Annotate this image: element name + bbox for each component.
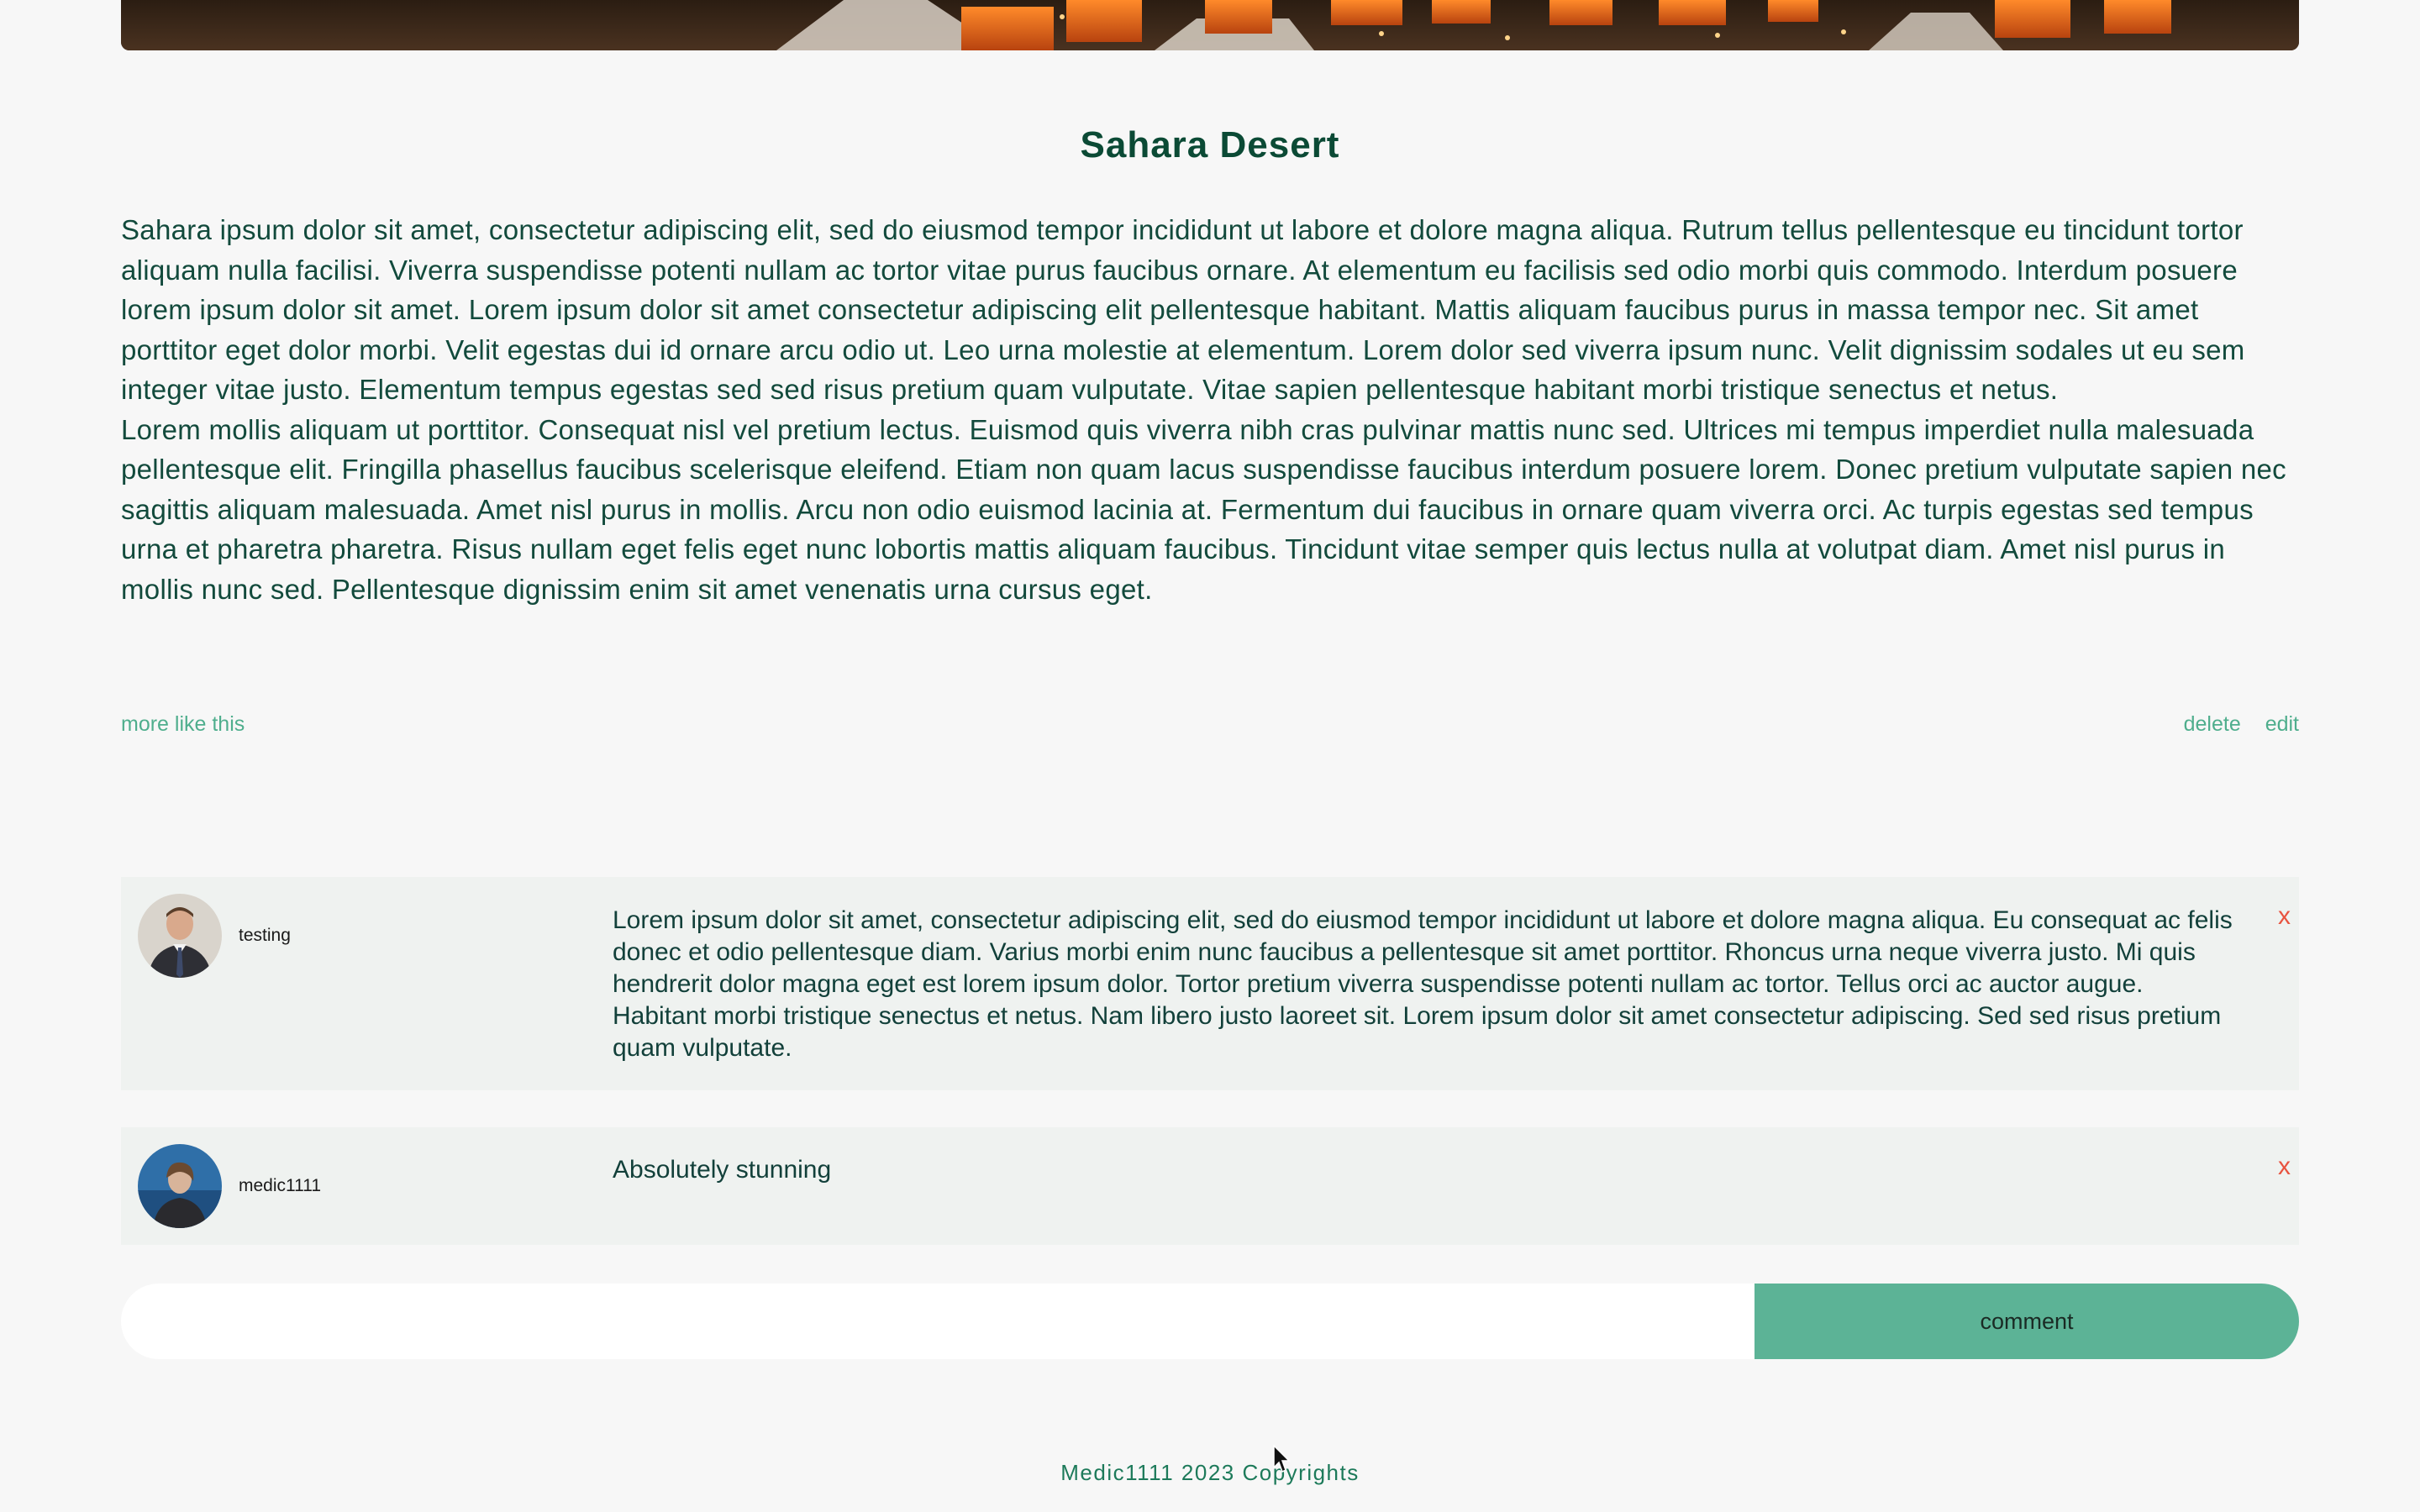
mouse-cursor-icon xyxy=(1273,1444,1292,1478)
delete-comment-button[interactable]: x xyxy=(2278,1152,2291,1181)
comment-username: testing xyxy=(239,926,291,945)
hero-image xyxy=(121,0,2299,50)
comment-item: medic1111 Absolutely stunning x xyxy=(121,1127,2299,1245)
post-body: Sahara ipsum dolor sit amet, consectetur… xyxy=(121,210,2299,609)
comment-form: comment xyxy=(121,1284,2299,1359)
comment-username: medic1111 xyxy=(239,1176,322,1195)
more-like-this-link[interactable]: more like this xyxy=(121,712,245,737)
comment-text: Lorem ipsum dolor sit amet, consectetur … xyxy=(613,906,2233,1062)
avatar xyxy=(138,894,222,978)
delete-comment-button[interactable]: x xyxy=(2278,902,2291,931)
delete-post-link[interactable]: delete xyxy=(2184,712,2241,736)
footer-copyright: Medic1111 2023 Copyrights xyxy=(1060,1460,1360,1485)
comment-text: Absolutely stunning xyxy=(613,1156,832,1184)
post-actions: delete edit xyxy=(2165,712,2299,737)
comment-input[interactable] xyxy=(121,1284,1754,1359)
post-title: Sahara Desert xyxy=(1080,124,1340,165)
post-paragraph: Sahara ipsum dolor sit amet, consectetur… xyxy=(121,214,2245,405)
edit-post-link[interactable]: edit xyxy=(2265,712,2299,736)
comment-item: testing Lorem ipsum dolor sit amet, cons… xyxy=(121,877,2299,1090)
comment-submit-button[interactable]: comment xyxy=(1754,1284,2299,1359)
post-paragraph: Lorem mollis aliquam ut porttitor. Conse… xyxy=(121,413,2286,605)
post-actions-row: more like this delete edit xyxy=(121,712,2299,741)
post-page: Sahara Desert Sahara ipsum dolor sit ame… xyxy=(0,0,2420,1512)
avatar xyxy=(138,1144,222,1228)
